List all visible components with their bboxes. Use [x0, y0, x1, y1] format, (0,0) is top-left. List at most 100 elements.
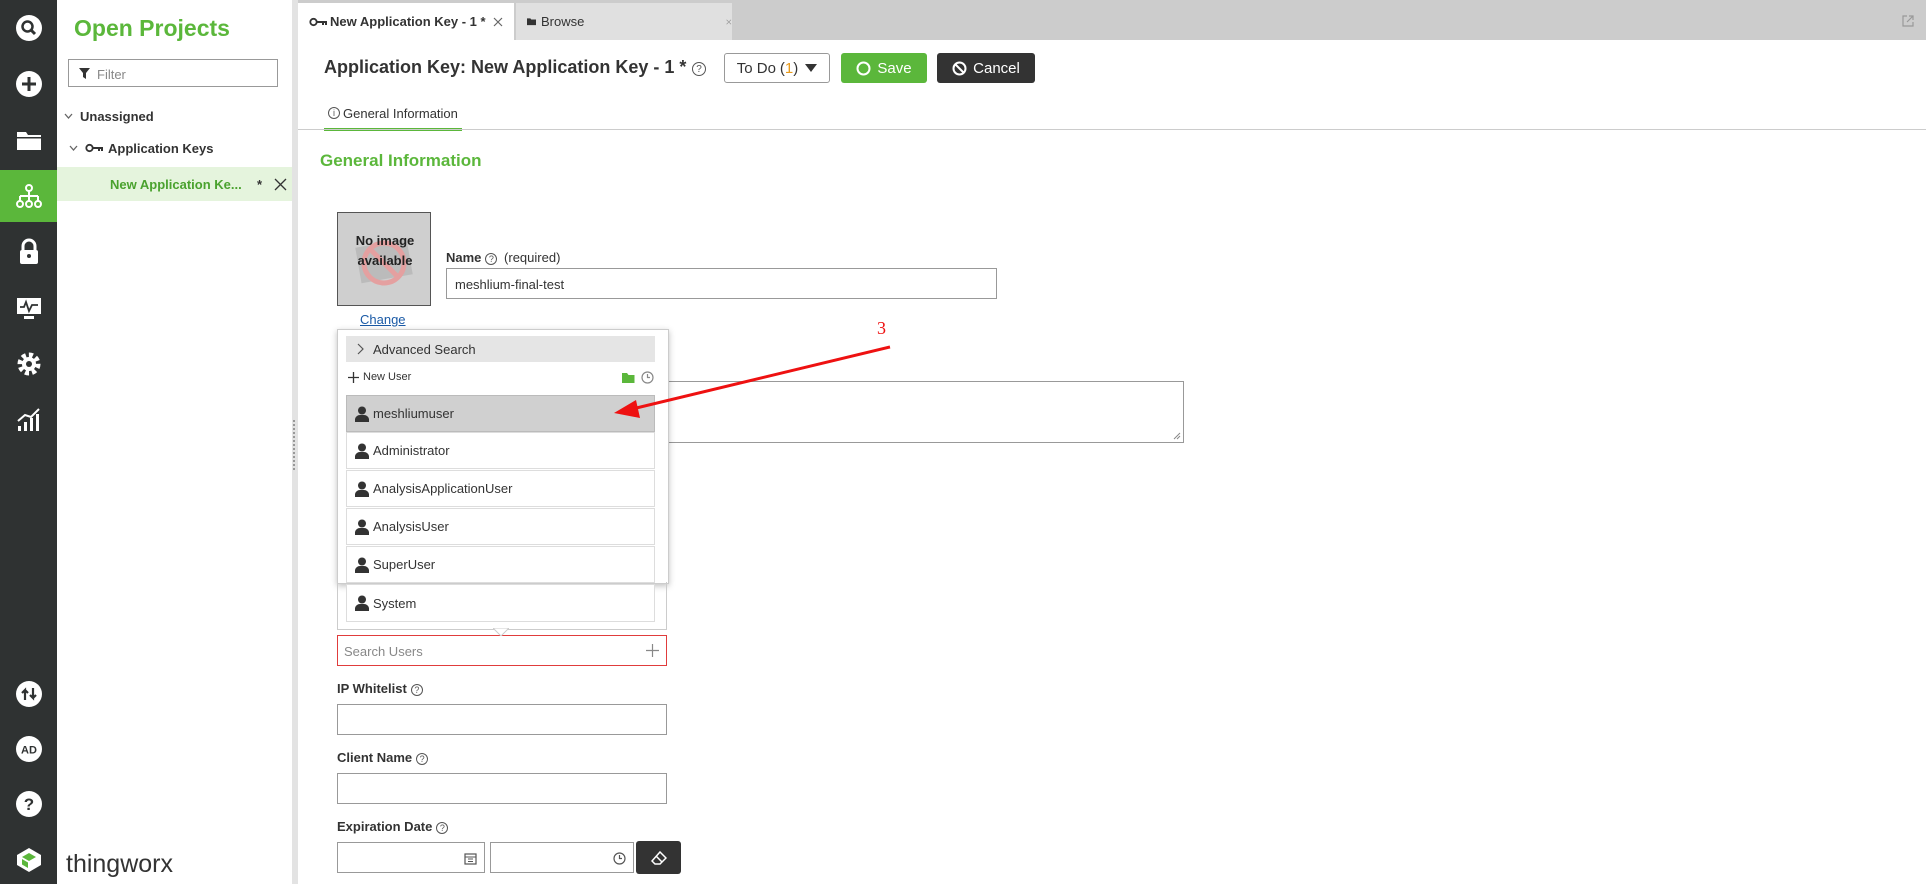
- user-option-analysisuser[interactable]: AnalysisUser: [346, 508, 655, 545]
- help-icon[interactable]: ?: [0, 778, 57, 830]
- key-icon: [309, 17, 327, 26]
- client-name-input[interactable]: [337, 773, 667, 804]
- help-icon[interactable]: ?: [416, 752, 429, 765]
- cancel-icon: [952, 61, 967, 75]
- no-image-placeholder: No image available: [337, 212, 431, 306]
- client-name-label: Client Name?: [337, 750, 429, 765]
- add-icon[interactable]: [646, 644, 659, 657]
- search-users-input[interactable]: Search Users: [337, 635, 667, 666]
- popout-icon[interactable]: [1901, 14, 1915, 28]
- close-icon[interactable]: [274, 178, 287, 191]
- todo-dropdown[interactable]: To Do (1): [724, 53, 830, 83]
- filter-placeholder: Filter: [97, 67, 126, 82]
- thingworx-logo-icon: [0, 836, 57, 884]
- clear-date-button[interactable]: [636, 841, 681, 874]
- user-name: Administrator: [373, 443, 450, 458]
- search-icon[interactable]: [0, 2, 57, 54]
- user-icon: [355, 519, 369, 535]
- hierarchy-icon[interactable]: [0, 170, 57, 222]
- tab-browse[interactable]: Browse: [516, 3, 732, 40]
- chevron-down-icon: [805, 64, 818, 72]
- import-export-icon[interactable]: [0, 668, 57, 720]
- lock-icon[interactable]: [0, 226, 57, 278]
- user-option-system[interactable]: System: [346, 584, 655, 622]
- annotation-arrow: [614, 345, 891, 418]
- clock-icon[interactable]: [613, 852, 626, 865]
- search-users-placeholder: Search Users: [344, 644, 423, 659]
- chevron-right-icon: [357, 343, 364, 355]
- new-user-label: New User: [363, 371, 412, 383]
- user-name: AnalysisApplicationUser: [373, 481, 513, 496]
- tree-item-new-application-key[interactable]: New Application Ke... *: [57, 167, 292, 201]
- user-option-superuser[interactable]: SuperUser: [346, 546, 655, 583]
- resize-grip-icon[interactable]: [1173, 432, 1181, 440]
- svg-text:?: ?: [23, 795, 33, 814]
- tree-item-label: Application Keys: [108, 140, 214, 156]
- user-icon: [355, 481, 369, 497]
- advanced-search-label: Advanced Search: [373, 341, 476, 357]
- chevron-down-icon[interactable]: [64, 112, 73, 121]
- name-label: Name? (required): [446, 250, 561, 265]
- no-image-text: No image available: [355, 233, 415, 268]
- expiration-date-label: Expiration Date?: [337, 819, 449, 834]
- folder-icon: [527, 18, 537, 26]
- new-user-button[interactable]: New User: [348, 371, 411, 383]
- todo-label: To Do: [736, 59, 776, 77]
- info-icon: i: [328, 107, 340, 119]
- calendar-icon[interactable]: [464, 852, 477, 865]
- save-button[interactable]: Save: [841, 53, 927, 83]
- editor-tab-bar: New Application Key - 1 * Browse: [298, 0, 1926, 40]
- svg-text:AD: AD: [21, 745, 37, 757]
- name-value: meshlium-final-test: [455, 277, 565, 292]
- add-icon[interactable]: [0, 58, 57, 110]
- filter-input[interactable]: Filter: [68, 59, 278, 87]
- tree-item-unassigned[interactable]: Unassigned: [57, 100, 292, 132]
- user-name: AnalysisUser: [373, 519, 449, 534]
- save-label: Save: [877, 59, 912, 77]
- user-name: meshliumuser: [373, 406, 454, 421]
- user-icon: [355, 406, 369, 422]
- ip-whitelist-label: IP Whitelist?: [337, 681, 423, 696]
- page-title: Application Key: New Application Key - 1…: [324, 57, 687, 77]
- tree-item-label: New Application Ke...: [110, 176, 242, 192]
- tab-new-application-key[interactable]: New Application Key - 1 *: [298, 3, 514, 40]
- tab-general-information[interactable]: i General Information: [324, 98, 462, 131]
- add-icon: [348, 371, 359, 383]
- change-image-link[interactable]: Change: [360, 312, 406, 327]
- panel-splitter[interactable]: [292, 0, 298, 884]
- open-projects-panel: Open Projects Filter Unassigned Applicat…: [57, 0, 293, 884]
- user-name: SuperUser: [373, 557, 436, 572]
- help-icon[interactable]: ?: [692, 62, 706, 76]
- help-icon[interactable]: ?: [436, 821, 449, 834]
- help-icon[interactable]: ?: [485, 252, 498, 265]
- gear-icon[interactable]: [0, 338, 57, 390]
- required-hint: (required): [504, 250, 561, 265]
- save-circle-icon: [856, 61, 871, 75]
- user-option-administrator[interactable]: Administrator: [346, 432, 655, 469]
- ad-icon[interactable]: AD: [0, 723, 57, 775]
- expiration-time-input[interactable]: [490, 842, 634, 873]
- user-icon: [355, 595, 369, 611]
- tab-label: New Application Key - 1 *: [330, 14, 486, 29]
- help-icon[interactable]: ?: [410, 683, 423, 696]
- tree-item-application-keys[interactable]: Application Keys: [57, 132, 292, 164]
- close-icon[interactable]: [726, 17, 732, 27]
- analytics-icon[interactable]: [0, 394, 57, 446]
- close-icon[interactable]: [493, 17, 503, 27]
- left-navigation-rail: AD ?: [0, 0, 57, 884]
- user-icon: [355, 443, 369, 459]
- annotation-label: 3: [877, 318, 886, 338]
- folder-icon[interactable]: [0, 114, 57, 166]
- chevron-down-icon[interactable]: [69, 144, 78, 153]
- ip-whitelist-input[interactable]: [337, 704, 667, 735]
- expiration-date-input[interactable]: [337, 842, 485, 873]
- name-input[interactable]: meshlium-final-test: [446, 268, 997, 299]
- modified-indicator: *: [257, 176, 263, 192]
- monitor-icon[interactable]: [0, 282, 57, 334]
- cancel-button[interactable]: Cancel: [937, 53, 1035, 83]
- splitter-grip[interactable]: [293, 420, 297, 470]
- user-option-analysisapplicationuser[interactable]: AnalysisApplicationUser: [346, 470, 655, 507]
- tab-label: Browse: [541, 14, 585, 29]
- key-icon: [85, 143, 103, 153]
- divider: [298, 129, 1926, 130]
